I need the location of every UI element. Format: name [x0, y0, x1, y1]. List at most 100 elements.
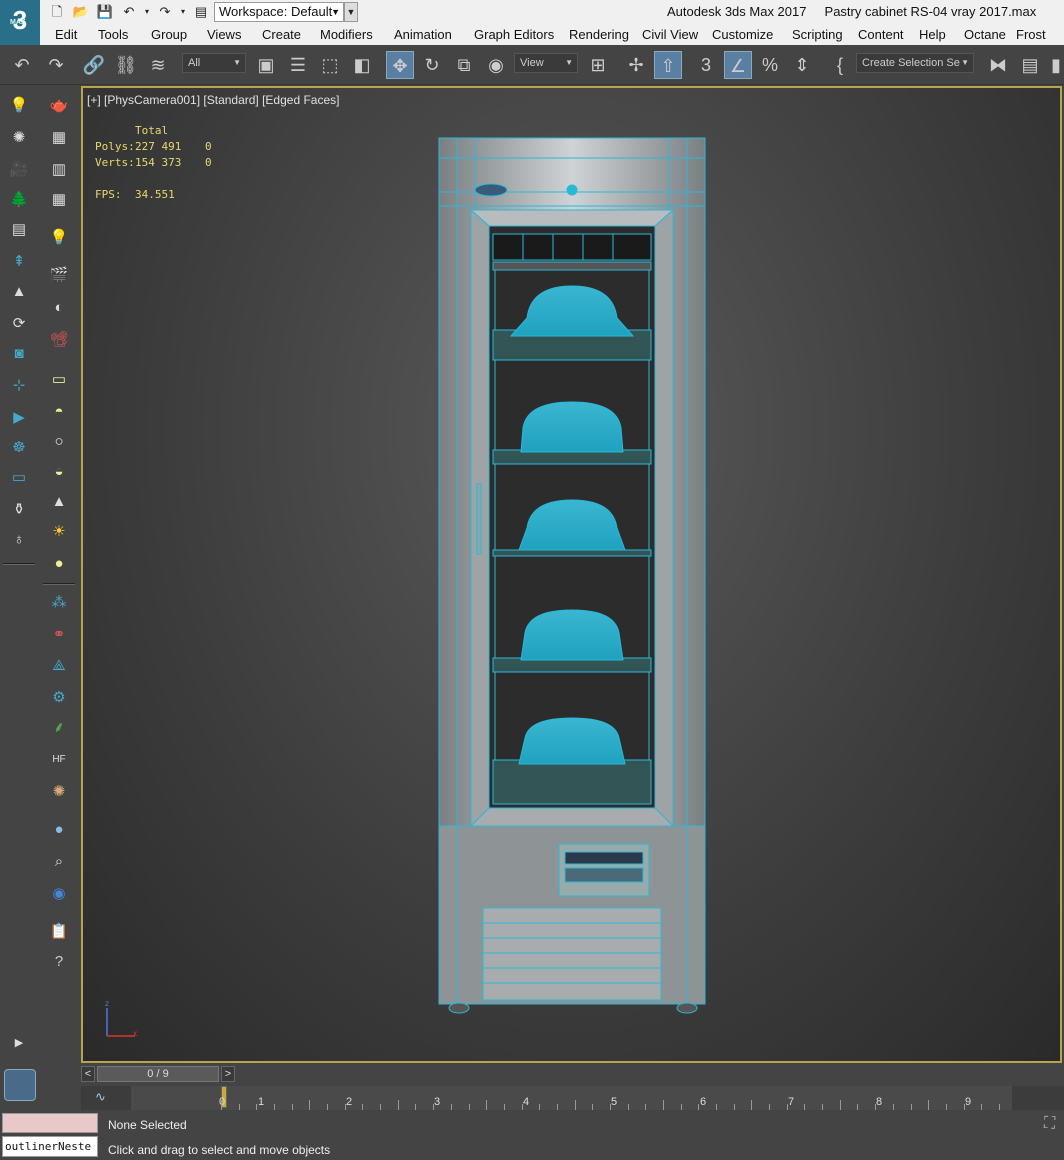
pyramid-icon[interactable]: ⟁: [46, 653, 72, 679]
select-and-rotate-icon[interactable]: ↻: [418, 51, 446, 79]
dome-icon[interactable]: ◓: [46, 399, 72, 425]
open-file-icon[interactable]: 📂: [72, 3, 90, 21]
help-icon[interactable]: ?: [46, 949, 72, 975]
molecule-icon[interactable]: ⚭: [46, 622, 72, 648]
pastry-cabinet-model[interactable]: z x: [83, 88, 1060, 1061]
isolate-selection-icon[interactable]: ⛶: [1044, 1115, 1055, 1133]
menu-modifiers[interactable]: Modifiers: [320, 27, 373, 42]
light-bulb-icon[interactable]: 💡: [6, 93, 32, 119]
teapot-icon[interactable]: 🫖: [46, 93, 72, 119]
maxscript-listener-input[interactable]: outlinerNeste: [2, 1136, 98, 1157]
menu-content[interactable]: Content: [858, 27, 904, 42]
menu-customize[interactable]: Customize: [712, 27, 773, 42]
named-selection-dropdown[interactable]: Create Selection Se ▼: [856, 53, 974, 73]
plane-icon[interactable]: ▭: [46, 367, 72, 393]
new-file-icon[interactable]: 🗋: [48, 3, 66, 21]
redo-dropdown-icon[interactable]: ▾: [174, 3, 192, 21]
basket-icon[interactable]: ◒: [46, 459, 72, 485]
film-camera-icon[interactable]: 🎬: [46, 263, 72, 289]
align-icon[interactable]: ▤: [1016, 51, 1044, 79]
window-crossing-icon[interactable]: ◧: [348, 51, 376, 79]
spinner-snap-icon[interactable]: ⇕: [788, 51, 816, 79]
viewport-layout-icon[interactable]: [4, 1069, 36, 1101]
curve-editor-icon[interactable]: ∿: [95, 1089, 106, 1105]
menu-civil-view[interactable]: Civil View: [642, 27, 698, 42]
select-by-name-icon[interactable]: ☰: [284, 51, 312, 79]
grass-icon[interactable]: ⸙: [46, 715, 72, 741]
menu-group[interactable]: Group: [151, 27, 187, 42]
menu-create[interactable]: Create: [262, 27, 301, 42]
gear-icon[interactable]: ⚙: [46, 685, 72, 711]
workspace-menu-button[interactable]: ▼: [344, 2, 358, 22]
render-frame-icon[interactable]: ▦: [46, 125, 72, 151]
viewport-perspective[interactable]: [+] [PhysCamera001] [Standard] [Edged Fa…: [81, 86, 1062, 1063]
orbit-icon[interactable]: ⟳: [6, 311, 32, 337]
menu-rendering[interactable]: Rendering: [569, 27, 629, 42]
menu-views[interactable]: Views: [207, 27, 241, 42]
search-material-icon[interactable]: ⌕: [46, 849, 72, 875]
transform-icon[interactable]: ⊹: [6, 373, 32, 399]
camera-icon[interactable]: 🎥: [6, 157, 32, 183]
snaps-toggle-icon[interactable]: 3: [692, 51, 720, 79]
trees-icon[interactable]: 🌲: [6, 187, 32, 213]
menu-octane[interactable]: Octane: [964, 27, 1006, 42]
pivot-center-icon[interactable]: ⊞: [584, 51, 612, 79]
mirror-icon[interactable]: ⧓: [984, 51, 1012, 79]
undo-dropdown-icon[interactable]: ▾: [138, 3, 156, 21]
toolbar-more-icon[interactable]: ▮: [1048, 51, 1064, 79]
save-file-icon[interactable]: 💾: [96, 3, 114, 21]
media-icon[interactable]: ▶: [6, 405, 32, 431]
undo-quick-icon[interactable]: ↶: [120, 3, 138, 21]
menu-animation[interactable]: Animation: [394, 27, 452, 42]
half-sphere-icon[interactable]: ◐: [46, 295, 72, 321]
text-panel-icon[interactable]: ▤: [6, 217, 32, 243]
material-sphere-icon[interactable]: ●: [46, 551, 72, 577]
menu-scripting[interactable]: Scripting: [792, 27, 843, 42]
menu-graph-editors[interactable]: Graph Editors: [474, 27, 554, 42]
calculator-icon[interactable]: ▥: [46, 157, 72, 183]
edit-named-selection-icon[interactable]: {: [826, 51, 854, 79]
tree-icon[interactable]: ⇞: [6, 249, 32, 275]
time-prev-button[interactable]: <: [81, 1066, 95, 1082]
place-object-icon[interactable]: ◉: [482, 51, 510, 79]
sun-icon[interactable]: ✺: [6, 125, 32, 151]
redo-quick-icon[interactable]: ↷: [156, 3, 174, 21]
glass-sphere-icon[interactable]: ●: [46, 817, 72, 843]
percent-snap-icon[interactable]: %: [756, 51, 784, 79]
expand-arrow-icon[interactable]: ▶: [6, 1030, 32, 1056]
people-icon[interactable]: ☸: [6, 435, 32, 461]
lamp-icon[interactable]: ♁: [6, 527, 32, 553]
cone-icon[interactable]: ▲: [46, 489, 72, 515]
foliage-icon[interactable]: ▲: [6, 279, 32, 305]
time-next-button[interactable]: >: [221, 1066, 235, 1082]
clipboard-icon[interactable]: 📋: [46, 919, 72, 945]
reference-coord-dropdown[interactable]: View ▼: [514, 53, 578, 73]
menu-frost[interactable]: Frost: [1016, 27, 1046, 42]
hair-fur-icon[interactable]: HF: [46, 747, 72, 773]
redo-icon[interactable]: ↷: [42, 51, 70, 79]
select-and-move-icon[interactable]: ✥: [386, 51, 414, 79]
menu-help[interactable]: Help: [919, 27, 946, 42]
display-icon[interactable]: ▭: [6, 465, 32, 491]
menu-edit[interactable]: Edit: [55, 27, 77, 42]
undo-icon[interactable]: ↶: [8, 51, 36, 79]
selection-filter-dropdown[interactable]: All ▼: [182, 53, 246, 73]
menu-tools[interactable]: Tools: [98, 27, 128, 42]
link-icon[interactable]: 🔗: [80, 51, 108, 79]
fur-ball-icon[interactable]: ✺: [46, 779, 72, 805]
track-ruler[interactable]: 0 1 2 3 4 5 6 7 8 9: [131, 1086, 1012, 1110]
app-logo-button[interactable]: 3 MAX: [0, 0, 40, 45]
render-sphere-icon[interactable]: ◉: [46, 881, 72, 907]
bind-space-warp-icon[interactable]: ≋: [144, 51, 172, 79]
maxscript-listener-output[interactable]: [2, 1113, 98, 1133]
unlink-icon[interactable]: ⛓: [112, 51, 140, 79]
bulb-settings-icon[interactable]: 💡: [46, 225, 72, 251]
time-slider-thumb[interactable]: 0 / 9: [97, 1066, 219, 1082]
rect-selection-region-icon[interactable]: ⬚: [316, 51, 344, 79]
particles-icon[interactable]: ⁂: [46, 590, 72, 616]
workspace-dropdown[interactable]: Workspace: Default ▼: [214, 2, 344, 22]
record-camera-icon[interactable]: 📽: [46, 327, 72, 353]
select-and-scale-icon[interactable]: ⧉: [450, 51, 478, 79]
select-manipulate-icon[interactable]: ✢: [622, 51, 650, 79]
keyboard-shortcut-override-icon[interactable]: ⇧: [654, 51, 682, 79]
